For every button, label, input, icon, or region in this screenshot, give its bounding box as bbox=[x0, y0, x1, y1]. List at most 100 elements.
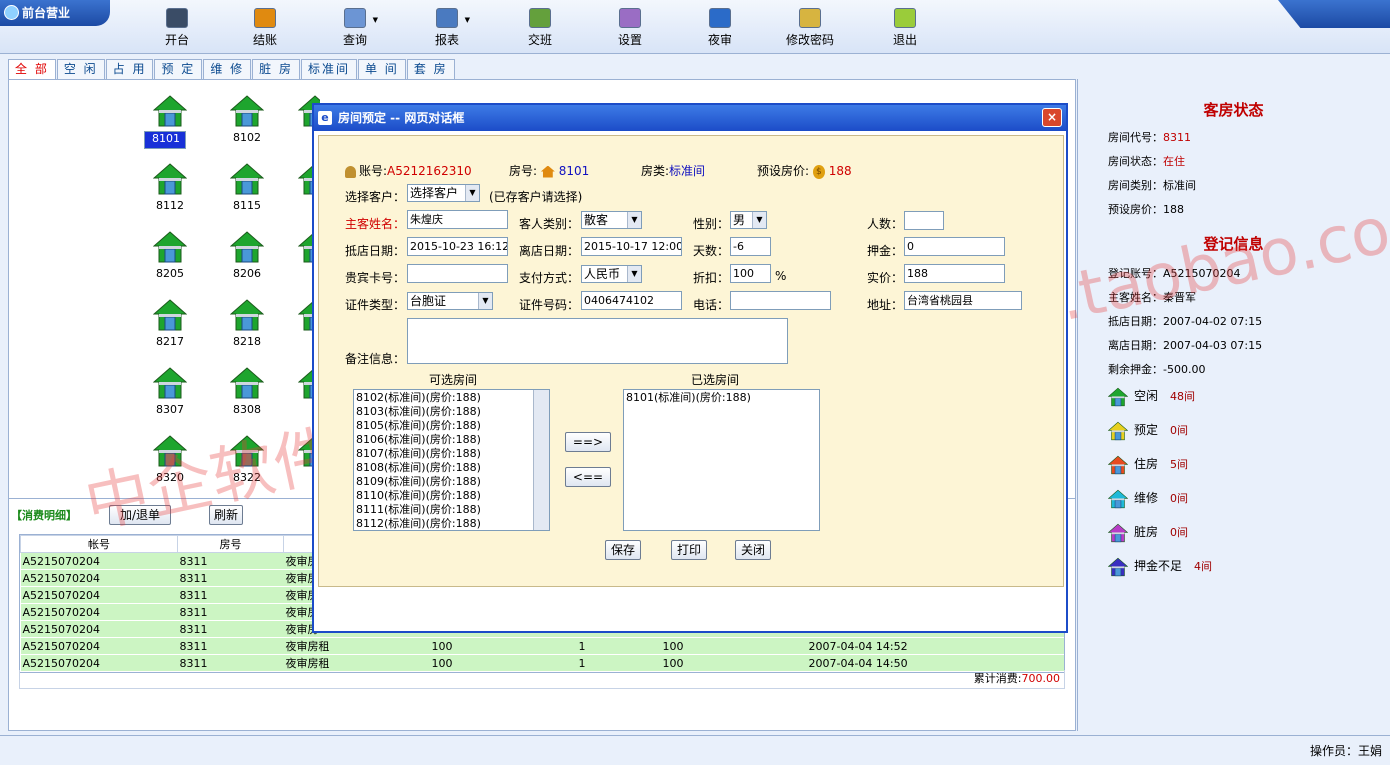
toolbar-checkout-button[interactable]: 结账 bbox=[230, 8, 300, 48]
people-input[interactable] bbox=[904, 211, 944, 230]
list-item[interactable]: 8110(标准间)(房价:188) bbox=[356, 489, 531, 503]
address-input[interactable]: 台湾省桃园县 bbox=[904, 291, 1022, 310]
status-bar: 操作员：王娟 bbox=[0, 735, 1390, 765]
legend-item: 空闲 48间 bbox=[1107, 385, 1195, 407]
add-return-order-button[interactable]: 加/退单 bbox=[109, 505, 171, 525]
total-row: 累计消费:700.00 bbox=[19, 670, 1065, 689]
room-tile[interactable]: 8308 bbox=[221, 366, 273, 416]
house-icon bbox=[229, 434, 265, 468]
room-price-line: 预设房价：188 bbox=[1108, 201, 1184, 217]
days-input[interactable]: -6 bbox=[730, 237, 771, 256]
tab-2[interactable]: 占 用 bbox=[105, 59, 154, 79]
checkin-label: 抵店日期： bbox=[345, 244, 406, 258]
legend-count: 0间 bbox=[1170, 526, 1189, 539]
operator-label: 操作员：王娟 bbox=[1309, 744, 1382, 758]
refresh-button[interactable]: 刷新 bbox=[209, 505, 243, 525]
room-tile[interactable]: 8320 bbox=[144, 434, 196, 484]
room-code-value: 8311 bbox=[1163, 131, 1191, 144]
room-number: 8101 bbox=[144, 131, 186, 149]
phone-input[interactable] bbox=[730, 291, 831, 310]
house-icon bbox=[1107, 387, 1129, 407]
legend-label: 脏房 bbox=[1134, 525, 1159, 539]
add-room-button[interactable]: ==> bbox=[565, 432, 611, 452]
remove-room-button[interactable]: <== bbox=[565, 467, 611, 487]
room-tile[interactable]: 8115 bbox=[221, 162, 273, 212]
checkin-input[interactable]: 2015-10-23 16:12 bbox=[407, 237, 508, 256]
tab-1[interactable]: 空 闲 bbox=[56, 59, 105, 79]
save-button[interactable]: 保存 bbox=[605, 540, 641, 560]
toolbar-query-button[interactable]: 查询 ▼ bbox=[320, 8, 390, 48]
actual-price-input[interactable]: 188 bbox=[904, 264, 1005, 283]
room-tile[interactable]: 8205 bbox=[144, 230, 196, 280]
tab-8[interactable]: 套 房 bbox=[406, 59, 455, 79]
toolbar-open-table-button[interactable]: 开台 bbox=[142, 8, 212, 48]
list-item[interactable]: 8108(标准间)(房价:188) bbox=[356, 461, 531, 475]
list-item[interactable]: 8107(标准间)(房价:188) bbox=[356, 447, 531, 461]
gender-dropdown[interactable]: 男 ▼ bbox=[730, 211, 767, 229]
table-cell: A5215070204 bbox=[20, 586, 178, 604]
tab-5[interactable]: 脏 房 bbox=[252, 59, 300, 79]
list-item[interactable]: 8105(标准间)(房价:188) bbox=[356, 419, 531, 433]
toolbar-change-password-button[interactable]: 修改密码 bbox=[775, 8, 845, 48]
house-icon bbox=[1107, 557, 1129, 577]
select-guest-dropdown[interactable]: 选择客户 ▼ bbox=[407, 184, 480, 202]
toolbar-night-audit-button[interactable]: 夜审 bbox=[685, 8, 755, 48]
selected-rooms-list[interactable]: 8101(标准间)(房价:188) bbox=[623, 389, 820, 531]
room-tile[interactable]: 8322 bbox=[221, 434, 273, 484]
payment-label: 支付方式： bbox=[519, 271, 580, 285]
room-tile[interactable]: 8102 bbox=[221, 94, 273, 144]
toolbar-exit-button[interactable]: 退出 bbox=[870, 8, 940, 48]
room-type-value: 标准间 bbox=[669, 164, 706, 178]
room-tile[interactable]: 8206 bbox=[221, 230, 273, 280]
list-item[interactable]: 8106(标准间)(房价:188) bbox=[356, 433, 531, 447]
toolbar-label: 结账 bbox=[252, 33, 277, 47]
list-item[interactable]: 8111(标准间)(房价:188) bbox=[356, 503, 531, 517]
room-tile[interactable]: 8218 bbox=[221, 298, 273, 348]
available-rooms-list[interactable]: 8102(标准间)(房价:188) 8103(标准间)(房价:188) 8105(标… bbox=[353, 389, 550, 531]
list-item[interactable]: 8112(标准间)(房价:188) bbox=[356, 517, 531, 530]
room-tile[interactable]: 8112 bbox=[144, 162, 196, 212]
discount-input[interactable]: 100 bbox=[730, 264, 771, 283]
app-title-text: 前台营业 bbox=[22, 6, 71, 20]
table-cell: A5215070204 bbox=[20, 654, 178, 672]
list-item[interactable]: 8101(标准间)(房价:188) bbox=[626, 391, 817, 405]
select-guest-hint: (已存客户请选择) bbox=[489, 190, 583, 204]
room-tile[interactable]: 8307 bbox=[144, 366, 196, 416]
deposit-input[interactable]: 0 bbox=[904, 237, 1005, 256]
table-row[interactable]: A5215070204 8311 夜审房租 100 1 100 2007-04-04 14:… bbox=[20, 637, 1064, 655]
print-button[interactable]: 打印 bbox=[671, 540, 707, 560]
tab-3[interactable]: 预 定 bbox=[154, 59, 203, 79]
note-textarea[interactable] bbox=[407, 318, 788, 364]
table-cell: A5215070204 bbox=[20, 637, 178, 655]
toolbar-settings-button[interactable]: 设置 bbox=[595, 8, 665, 48]
list-item[interactable]: 8103(标准间)(房价:188) bbox=[356, 405, 531, 419]
preset-price-field: 预设房价: $ 188 bbox=[757, 162, 852, 179]
tab-0[interactable]: 全 部 bbox=[8, 59, 56, 79]
room-tile[interactable]: 8217 bbox=[144, 298, 196, 348]
room-type-label: 房类: bbox=[641, 164, 670, 178]
guest-name-input[interactable]: 朱煌庆 bbox=[407, 210, 508, 229]
checkout-input[interactable]: 2015-10-17 12:00 bbox=[581, 237, 682, 256]
id-type-dropdown[interactable]: 台胞证 ▼ bbox=[407, 292, 493, 310]
room-tile[interactable]: 8101 bbox=[144, 94, 196, 149]
reservation-form: 账号:A5212162310 房号: 8101 房类:标准间 预设房价: $ 1… bbox=[318, 135, 1064, 587]
toolbar-shift-change-button[interactable]: 交班 bbox=[505, 8, 575, 48]
toolbar-report-button[interactable]: 报表 ▼ bbox=[412, 8, 482, 48]
room-number: 8217 bbox=[156, 335, 184, 348]
id-number-input[interactable]: 0406474102 bbox=[581, 291, 682, 310]
table-row[interactable]: A5215070204 8311 夜审房租 100 1 100 2007-04-04 14:… bbox=[20, 654, 1064, 672]
house-icon bbox=[229, 162, 265, 196]
guest-type-dropdown[interactable]: 散客 ▼ bbox=[581, 211, 642, 229]
close-button[interactable]: 关闭 bbox=[735, 540, 771, 560]
dialog-close-icon[interactable]: × bbox=[1042, 108, 1062, 127]
tab-4[interactable]: 维 修 bbox=[203, 59, 252, 79]
tab-6[interactable]: 标准间 bbox=[300, 59, 357, 79]
house-icon bbox=[1107, 489, 1129, 509]
list-item[interactable]: 8109(标准间)(房价:188) bbox=[356, 475, 531, 489]
list-scrollbar[interactable] bbox=[533, 390, 549, 530]
list-item[interactable]: 8102(标准间)(房价:188) bbox=[356, 391, 531, 405]
payment-dropdown[interactable]: 人民币 ▼ bbox=[581, 265, 642, 283]
tab-7[interactable]: 单 间 bbox=[357, 59, 406, 79]
house-icon bbox=[1107, 455, 1129, 475]
vip-card-input[interactable] bbox=[407, 264, 508, 283]
